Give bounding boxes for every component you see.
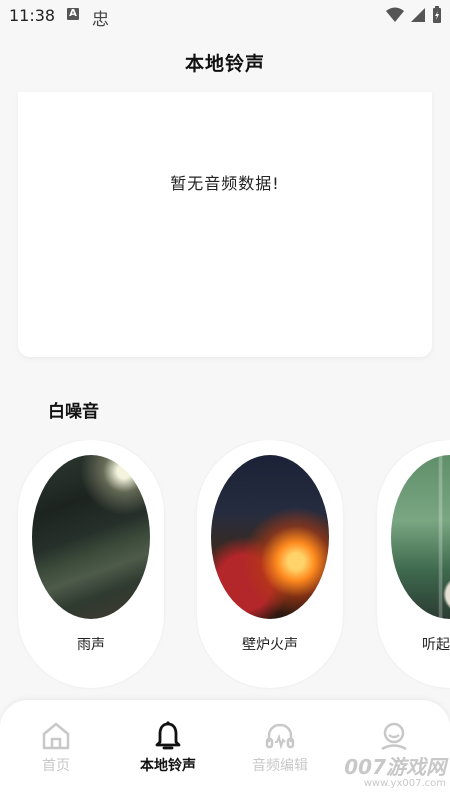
nav-item-audio-editor[interactable]: 音频编辑 [224, 720, 336, 780]
nav-item-local-ringtones[interactable]: 本地铃声 [112, 720, 224, 780]
wifi-icon [386, 7, 404, 22]
status-bar: 11:38 A 忠 [0, 0, 450, 32]
notification-a-icon: A [67, 8, 79, 20]
home-icon [42, 722, 70, 750]
user-icon [381, 722, 407, 751]
fireplace-image [211, 455, 329, 619]
section-title-white-noise: 白噪音 [48, 402, 99, 422]
noise-card-fireplace[interactable]: 壁炉火声 [197, 440, 343, 688]
headphones-icon [265, 723, 295, 750]
status-icons [386, 6, 442, 24]
noise-card-label: 听起来放 [422, 637, 450, 653]
noise-card-rain[interactable]: 雨声 [18, 440, 164, 688]
status-time: 11:38 [9, 6, 56, 25]
audio-list-card: 暂无音频数据! [18, 92, 432, 357]
signal-icon [411, 8, 425, 22]
watermark-url: www.yx007.com [363, 778, 446, 789]
nav-label-audio-editor: 音频编辑 [252, 758, 308, 774]
battery-icon [433, 6, 441, 23]
noise-card-label: 雨声 [77, 637, 105, 653]
nav-item-home[interactable]: 首页 [0, 720, 112, 780]
rain-street-image [32, 455, 150, 619]
app-notification-icon: 忠 [92, 10, 109, 30]
page-title: 本地铃声 [184, 53, 265, 75]
header: 本地铃声 [0, 32, 450, 96]
noise-card-window[interactable]: 听起来放 [377, 440, 450, 688]
bell-icon [155, 721, 181, 750]
nav-label-home: 首页 [42, 758, 70, 774]
noise-card-label: 壁炉火声 [242, 637, 298, 653]
site-watermark: 007游戏网 www.yx007.com [336, 756, 446, 789]
white-noise-carousel[interactable]: 雨声 壁炉火声 听起来放 [0, 440, 450, 690]
empty-state-text: 暂无音频数据! [170, 174, 280, 193]
watermark-title: 007游戏网 [344, 755, 446, 779]
rainy-window-image [391, 455, 450, 619]
nav-label-local-ringtones: 本地铃声 [140, 758, 196, 774]
